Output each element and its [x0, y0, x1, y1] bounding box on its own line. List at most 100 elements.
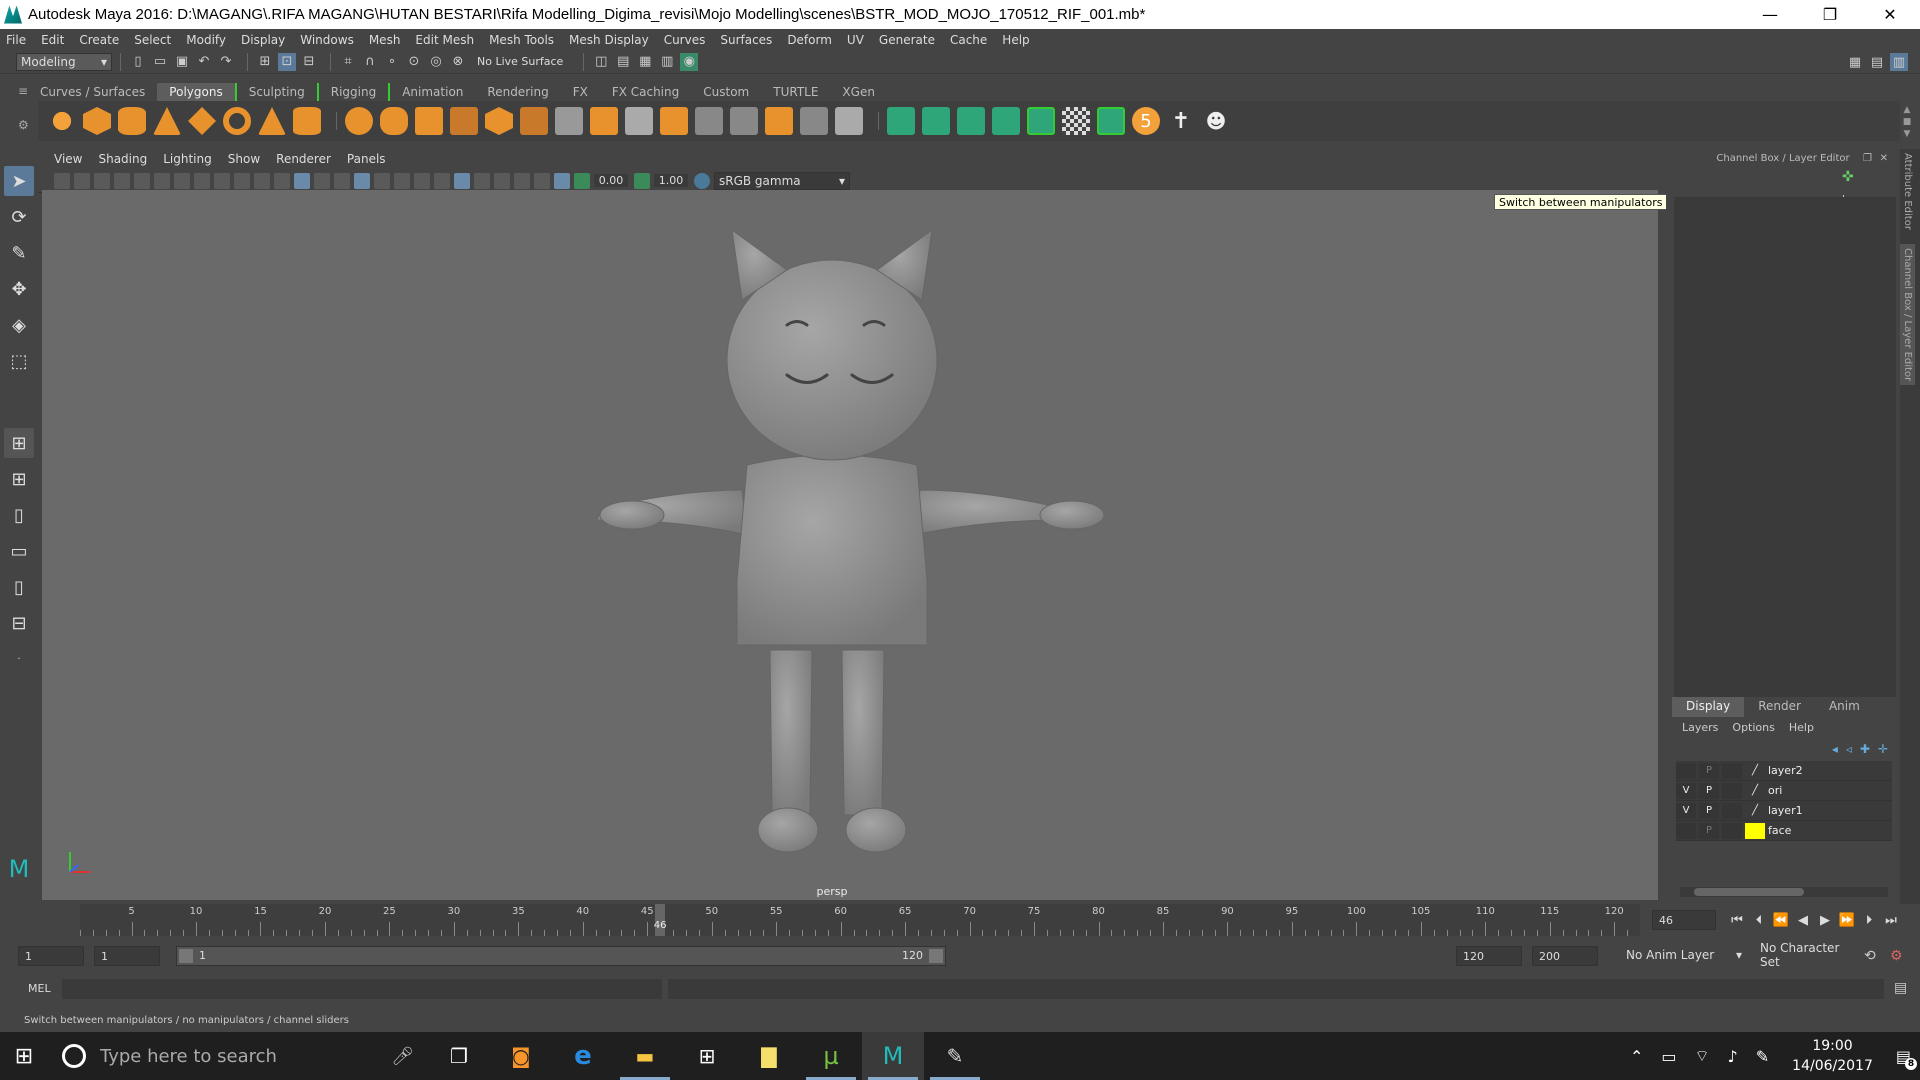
planar-map-icon[interactable] — [835, 107, 863, 135]
tab-rigging[interactable]: Rigging — [316, 83, 391, 101]
layer-playback[interactable]: P — [1699, 822, 1719, 839]
hypershade-icon[interactable]: ▥ — [658, 53, 676, 71]
layer-type[interactable] — [1722, 782, 1742, 799]
gate-mask-icon[interactable] — [194, 172, 210, 189]
layer-row[interactable]: V P ╱ layer1 — [1676, 801, 1892, 821]
paint-tool-icon[interactable]: ✎ — [924, 1032, 986, 1080]
playback-start-field[interactable]: 1 — [94, 946, 160, 966]
color-space-select[interactable]: sRGB gamma ▾ — [714, 171, 850, 190]
menu-select[interactable]: Select — [134, 33, 171, 47]
uv-symmetry-icon[interactable] — [1027, 107, 1055, 135]
new-layer-selected-icon[interactable]: ✛ — [1878, 742, 1888, 756]
snap-grid-icon[interactable]: ⌗ — [339, 53, 357, 71]
volume-icon[interactable]: ♪ — [1728, 1047, 1738, 1066]
color-management-icon[interactable] — [694, 172, 710, 189]
skull-icon[interactable]: ☻ — [1202, 107, 1230, 135]
workspace-layout-icon[interactable]: ▦ — [1846, 53, 1864, 71]
command-input[interactable] — [62, 979, 662, 999]
quad-draw-icon[interactable] — [765, 107, 793, 135]
persp-outliner-icon[interactable]: ▯ — [4, 500, 34, 530]
toolbox-more-icon[interactable]: · — [4, 644, 34, 674]
menu-edit[interactable]: Edit — [41, 33, 64, 47]
uv-editor-icon[interactable] — [800, 107, 828, 135]
new-layer-icon[interactable]: ✚ — [1860, 742, 1870, 756]
select-component-icon[interactable]: ⊟ — [300, 53, 318, 71]
close-button[interactable]: ✕ — [1860, 0, 1920, 29]
menu-edit-mesh[interactable]: Edit Mesh — [415, 33, 474, 47]
windows-start-icon[interactable]: ⊞ — [0, 1032, 48, 1080]
tab-polygons[interactable]: Polygons — [157, 83, 235, 101]
layer-scrollbar[interactable] — [1680, 887, 1888, 897]
mirror-icon[interactable] — [415, 107, 443, 135]
uv-sew-icon[interactable] — [992, 107, 1020, 135]
checker-icon[interactable] — [1062, 107, 1090, 135]
task-view-icon[interactable]: ❐ — [428, 1032, 490, 1080]
layer-visibility[interactable]: V — [1676, 782, 1696, 799]
layer-tab-render[interactable]: Render — [1744, 697, 1815, 717]
viewport-menu-show[interactable]: Show — [228, 152, 260, 166]
channel-box-toggle-icon[interactable]: ▥ — [1890, 53, 1908, 71]
perspective-viewport[interactable]: persp — [42, 190, 1658, 900]
live-surface-label[interactable]: No Live Surface — [477, 55, 563, 68]
layer-menu-options[interactable]: Options — [1732, 721, 1774, 734]
layer-menu-help[interactable]: Help — [1789, 721, 1814, 734]
layer-type[interactable] — [1722, 822, 1742, 839]
poly-cylinder-icon[interactable] — [118, 107, 146, 135]
layer-row[interactable]: P face — [1676, 821, 1892, 841]
float-icon[interactable]: ❐ — [1863, 153, 1872, 164]
playback-end-field[interactable]: 120 — [1456, 946, 1522, 966]
wireframe-icon[interactable] — [274, 172, 290, 189]
human-ik-icon[interactable]: ✝ — [1167, 107, 1195, 135]
xray-icon[interactable] — [514, 172, 530, 189]
textured-icon[interactable] — [354, 172, 370, 189]
cmd-language-label[interactable]: MEL — [28, 982, 51, 995]
show-hidden-icons-icon[interactable]: ⌃ — [1630, 1047, 1643, 1066]
paint-app-icon[interactable]: ◙ — [490, 1032, 552, 1080]
go-to-start-icon[interactable]: ⏮ — [1728, 911, 1746, 929]
poly-pyramid-icon[interactable] — [258, 107, 286, 135]
separate-icon[interactable] — [380, 107, 408, 135]
persp-graph-icon[interactable]: ▭ — [4, 536, 34, 566]
shadows-icon[interactable] — [394, 172, 410, 189]
multi-cut-icon[interactable] — [625, 107, 653, 135]
redo-icon[interactable]: ↷ — [217, 53, 235, 71]
layer-color-icon[interactable]: ╱ — [1745, 803, 1765, 819]
bevel-icon[interactable] — [520, 107, 548, 135]
wifi-icon[interactable]: ⌔ — [1695, 1046, 1710, 1066]
step-forward-icon[interactable]: ⏵ — [1860, 911, 1878, 929]
plugin-five-icon[interactable]: 5 — [1132, 107, 1160, 135]
viewport-menu-view[interactable]: View — [54, 152, 82, 166]
new-scene-icon[interactable]: ▯ — [129, 53, 147, 71]
move-tool-icon[interactable]: ✥ — [4, 274, 34, 304]
bridge-icon[interactable] — [555, 107, 583, 135]
auto-key-icon[interactable]: ⟲ — [1864, 948, 1876, 964]
gamma-value[interactable]: 1.00 — [654, 174, 688, 187]
menu-mesh[interactable]: Mesh — [369, 33, 401, 47]
end-time-field[interactable]: 200 — [1532, 946, 1598, 966]
layer-visibility[interactable] — [1676, 762, 1696, 779]
viewport-menu-panels[interactable]: Panels — [347, 152, 386, 166]
smooth-icon[interactable] — [450, 107, 478, 135]
menu-windows[interactable]: Windows — [300, 33, 354, 47]
layer-name[interactable]: face — [1768, 824, 1791, 837]
tab-fx-caching[interactable]: FX Caching — [600, 83, 691, 101]
battery-icon[interactable]: ▭ — [1661, 1047, 1676, 1066]
poly-sphere-icon[interactable] — [48, 107, 76, 135]
offset-edge-loop-icon[interactable] — [695, 107, 723, 135]
tab-custom[interactable]: Custom — [691, 83, 761, 101]
menu-mesh-tools[interactable]: Mesh Tools — [489, 33, 554, 47]
safe-title-icon[interactable] — [254, 172, 270, 189]
uv-cut-icon[interactable] — [957, 107, 985, 135]
layout-editor-icon[interactable]: ⊟ — [4, 608, 34, 638]
channel-box-tab[interactable]: Channel Box / Layer Editor — [1900, 243, 1915, 386]
action-center-icon[interactable]: ▤ 8 — [1896, 1047, 1917, 1070]
menu-file[interactable]: File — [6, 33, 26, 47]
restore-button[interactable]: ❐ — [1800, 0, 1860, 29]
open-scene-icon[interactable]: ▭ — [151, 53, 169, 71]
bookmark-icon[interactable] — [94, 172, 110, 189]
menu-curves[interactable]: Curves — [664, 33, 706, 47]
image-plane-icon[interactable] — [114, 172, 130, 189]
layer-playback[interactable]: P — [1699, 782, 1719, 799]
viewport-menu-shading[interactable]: Shading — [98, 152, 147, 166]
utorrent-icon[interactable]: µ — [800, 1032, 862, 1080]
